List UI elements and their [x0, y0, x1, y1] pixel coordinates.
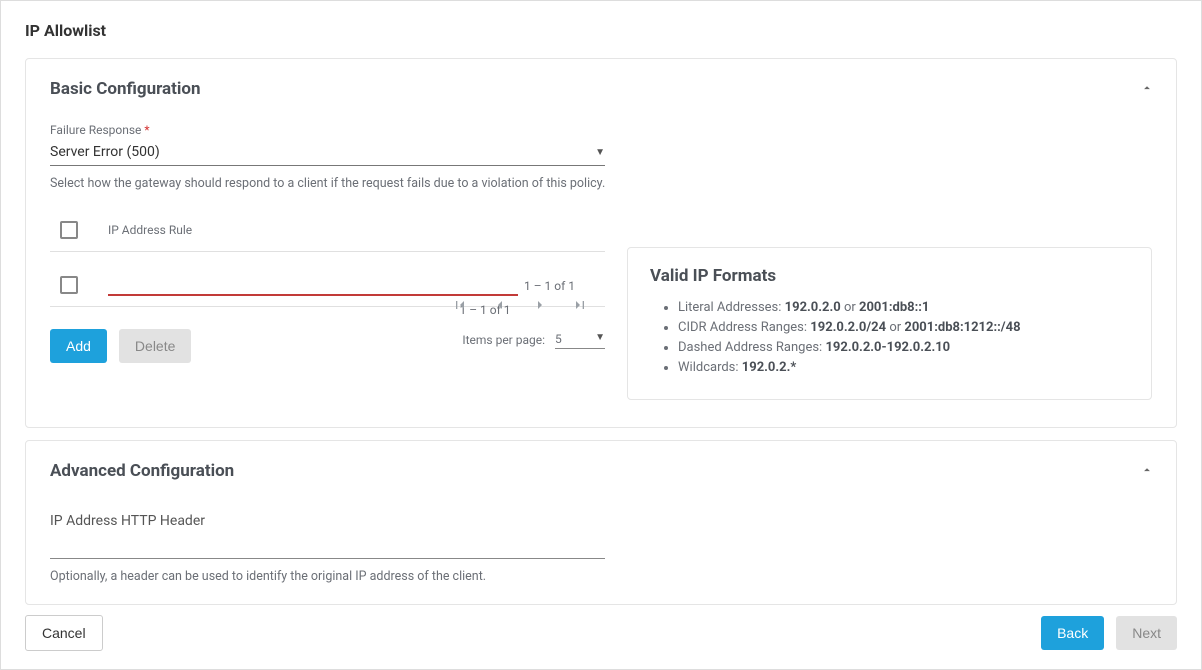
next-page-icon[interactable]: [532, 297, 548, 313]
list-item: Dashed Address Ranges: 192.0.2.0-192.0.2…: [678, 338, 1129, 358]
required-marker: *: [144, 123, 149, 137]
prev-page-icon[interactable]: [492, 297, 508, 313]
page-title: IP Allowlist: [25, 21, 1177, 40]
advanced-config-card: Advanced Configuration IP Address HTTP H…: [25, 440, 1177, 605]
items-per-page-select[interactable]: 5 ▼: [555, 330, 605, 349]
chevron-up-icon: [1140, 81, 1154, 95]
collapse-basic-toggle[interactable]: [1140, 81, 1154, 95]
valid-formats-list: Literal Addresses: 192.0.2.0 or 2001:db8…: [650, 298, 1129, 379]
failure-response-value: Server Error (500): [50, 144, 160, 160]
back-button[interactable]: Back: [1041, 616, 1104, 650]
http-header-input[interactable]: [50, 537, 605, 559]
basic-config-card: Basic Configuration Failure Response * S…: [25, 58, 1177, 428]
ip-rule-input[interactable]: [108, 274, 518, 296]
first-page-icon[interactable]: [452, 297, 468, 313]
failure-response-select[interactable]: Server Error (500) ▼: [50, 140, 605, 166]
list-item: Wildcards: 192.0.2.*: [678, 358, 1129, 378]
http-header-help: Optionally, a header can be used to iden…: [50, 569, 1152, 584]
valid-ip-formats-panel: Valid IP Formats Literal Addresses: 192.…: [627, 247, 1152, 400]
list-item: CIDR Address Ranges: 192.0.2.0/24 or 200…: [678, 318, 1129, 338]
cancel-button[interactable]: Cancel: [25, 615, 103, 651]
advanced-config-title: Advanced Configuration: [50, 461, 1152, 481]
http-header-label: IP Address HTTP Header: [50, 513, 1152, 529]
pager-controls: [435, 297, 605, 313]
select-all-checkbox[interactable]: [60, 221, 78, 239]
chevron-up-icon: [1140, 463, 1154, 477]
delete-button: Delete: [119, 329, 191, 363]
chevron-down-icon: ▼: [595, 147, 605, 158]
basic-config-title: Basic Configuration: [50, 79, 1152, 99]
row-checkbox[interactable]: [60, 276, 78, 294]
items-per-page-label: Items per page:: [462, 333, 545, 347]
next-button: Next: [1116, 616, 1177, 650]
page-container: IP Allowlist Basic Configuration Failure…: [0, 0, 1202, 670]
chevron-down-icon: ▼: [595, 332, 605, 346]
ip-rule-column-header: IP Address Rule: [108, 223, 192, 237]
list-item: Literal Addresses: 192.0.2.0 or 2001:db8…: [678, 298, 1129, 318]
add-button[interactable]: Add: [50, 329, 107, 363]
basic-left-column: Failure Response * Server Error (500) ▼ …: [50, 123, 610, 363]
ip-rule-table: IP Address Rule 1 – 1 of 1 1 – 1 of 1: [50, 213, 605, 363]
last-page-icon[interactable]: [572, 297, 588, 313]
items-per-page: Items per page: 5 ▼: [462, 330, 605, 349]
failure-response-label: Failure Response *: [50, 123, 610, 137]
table-header-row: IP Address Rule: [50, 213, 605, 252]
bottom-bar: Cancel Back Next: [25, 615, 1177, 651]
failure-response-help: Select how the gateway should respond to…: [50, 176, 610, 191]
pager-range-text: 1 – 1 of 1: [524, 279, 575, 293]
collapse-advanced-toggle[interactable]: [1140, 463, 1154, 477]
wizard-nav: Back Next: [1041, 616, 1177, 650]
valid-formats-title: Valid IP Formats: [650, 266, 1129, 286]
